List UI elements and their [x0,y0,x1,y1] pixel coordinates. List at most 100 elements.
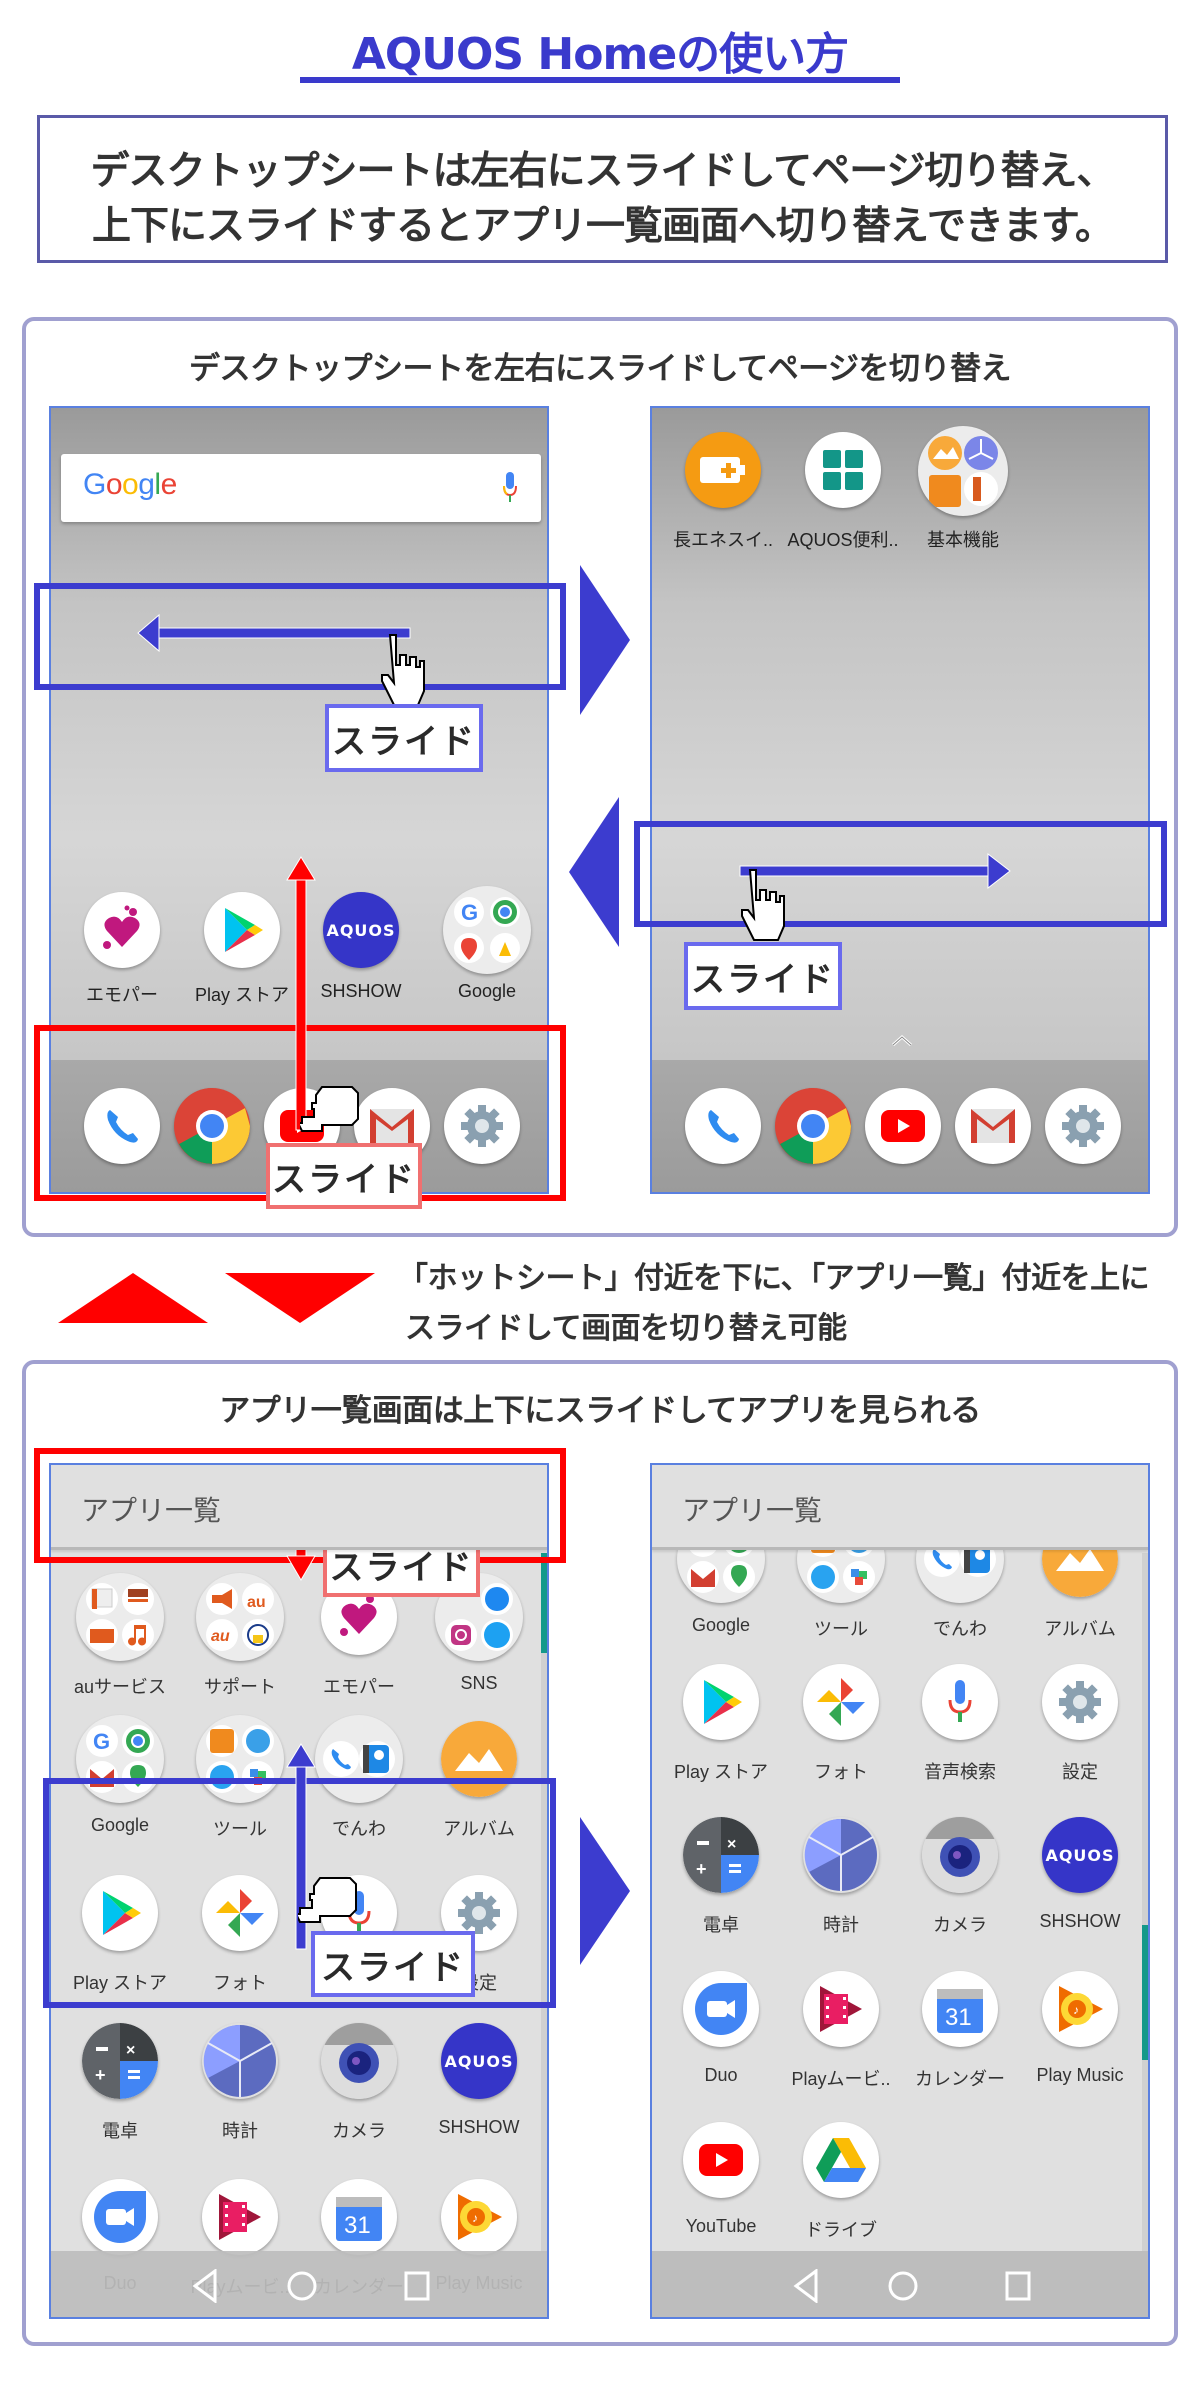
app-icon[interactable] [683,1664,759,1740]
app-icon[interactable] [202,2179,278,2255]
emopa-icon[interactable] [84,892,160,968]
app-label: Play Music [1036,2065,1124,2085]
app-label: カメラ [332,2121,386,2141]
right-app-list-screen: アプリ一覧 GGoogleツールでんわアルバムPlay ストアフォト音声検索設定… [650,1463,1150,2319]
app-icon[interactable]: × + [683,1817,759,1893]
svg-text:G: G [461,900,478,925]
back-icon[interactable] [191,2269,219,2303]
scrollbar[interactable] [1142,1553,1148,2253]
chrome-icon[interactable] [775,1088,851,1164]
hand-pointer-icon [298,1877,357,1923]
app-icon[interactable]: ♪ [1042,1971,1118,2047]
battery-plus-icon[interactable] [685,432,761,508]
next-screen-arrow-icon[interactable] [580,1817,630,1965]
app-icon[interactable]: ♪ [441,2179,517,2255]
app-label: でんわ [933,1619,987,1639]
nav-bar [51,2251,547,2317]
back-icon[interactable] [792,2269,820,2303]
phone-icon[interactable] [685,1088,761,1164]
hand-pointer-icon [741,869,785,941]
app-label: SHSHOW [438,2117,520,2137]
prev-page-arrow-icon[interactable] [569,797,619,947]
svg-text:31: 31 [945,2004,972,2031]
grid-icon[interactable] [805,432,881,508]
nav-bar [652,2251,1148,2317]
slide-label: スライド [325,704,483,772]
recents-icon[interactable] [403,2269,431,2303]
scrollbar-thumb[interactable] [1142,1925,1148,2060]
app-label: エモパー [323,1677,395,1697]
slide-label: スライド [311,1931,475,1997]
app-label: SNS [460,1673,498,1693]
google-folder-icon[interactable]: G [443,886,531,974]
app-label: 時計 [823,1915,859,1935]
app-label: auサービス [73,1677,167,1697]
app-label: エモパー [86,985,158,1005]
app-icon[interactable] [76,1573,164,1661]
app-icon[interactable] [683,1971,759,2047]
app-label: ツール [814,1619,868,1639]
svg-text:au: au [211,1628,230,1645]
svg-text:31: 31 [344,2212,371,2239]
app-list-header-title: アプリ一覧 [682,1494,823,1527]
intro-line-1: デスクトップシートは左右にスライドしてページ切り替え、 [90,149,1115,194]
app-icon[interactable] [922,1817,998,1893]
svg-text:×: × [126,2042,135,2059]
app-icon[interactable]: AQUOS [441,2023,517,2099]
google-logo: Google [83,468,177,501]
app-icon[interactable] [803,1971,879,2047]
aquos-logo-text: AQUOS [326,920,396,940]
triangle-up-icon [58,1273,208,1323]
recents-icon[interactable] [1004,2269,1032,2303]
app-icon[interactable]: × + [82,2023,158,2099]
app-icon[interactable]: 31 [922,1971,998,2047]
youtube-icon[interactable] [865,1088,941,1164]
app-icon[interactable] [922,1664,998,1740]
app-icon[interactable]: 31 [321,2179,397,2255]
triangle-down-icon [225,1273,375,1323]
page-title: AQUOS Homeの使い方 [351,29,849,80]
app-label: フォト [814,1762,868,1782]
app-label: Google [691,1615,751,1635]
app-icon[interactable]: AQUOS [1042,1817,1118,1893]
app-icon[interactable] [803,1664,879,1740]
app-list-header-title: アプリ一覧 [81,1494,222,1527]
app-icon[interactable] [321,2023,397,2099]
app-label: 設定 [1062,1762,1098,1782]
mic-icon[interactable] [503,472,517,504]
app-list-header: アプリ一覧 [51,1465,547,1550]
app-label: SHSHOW [320,981,402,1001]
aquos-icon[interactable]: AQUOS [323,892,399,968]
home-icon[interactable] [286,2269,318,2303]
app-label: 基本機能 [927,530,999,550]
settings-icon[interactable] [1045,1088,1121,1164]
transition-note-line-2: スライドして画面を切り替え可能 [405,1311,847,1346]
app-label: ドライブ [805,2220,877,2240]
scrollbar-thumb[interactable] [541,1553,547,1653]
chevron-up-icon[interactable] [890,1034,914,1048]
svg-text:G: G [93,1729,110,1754]
app-icon[interactable] [202,2023,278,2099]
app-icon[interactable] [803,1817,879,1893]
app-icon[interactable] [82,2179,158,2255]
google-search-widget[interactable]: Google [61,454,541,522]
app-icon[interactable] [1042,1664,1118,1740]
app-icon[interactable] [683,2122,759,2198]
title-underline [300,77,900,83]
hot-sheet-dock [652,1060,1148,1192]
gmail-icon[interactable] [955,1088,1031,1164]
intro-line-2: 上下にスライドするとアプリ一覧画面へ切り替えできます。 [92,204,1114,249]
play-store-icon[interactable] [204,892,280,968]
svg-text:au: au [247,1594,266,1611]
app-list-header: アプリ一覧 [652,1465,1148,1550]
app-label: カメラ [933,1915,987,1935]
svg-text:+: + [95,2065,106,2085]
app-label: カレンダー [915,2069,1005,2089]
app-icon[interactable] [803,2122,879,2198]
next-page-arrow-icon[interactable] [580,565,630,715]
svg-text:♪: ♪ [1073,2003,1079,2017]
basic-folder-icon[interactable] [918,426,1008,516]
home-icon[interactable] [887,2269,919,2303]
app-label: 音声検索 [924,1762,996,1782]
app-icon[interactable]: au au [196,1573,284,1661]
